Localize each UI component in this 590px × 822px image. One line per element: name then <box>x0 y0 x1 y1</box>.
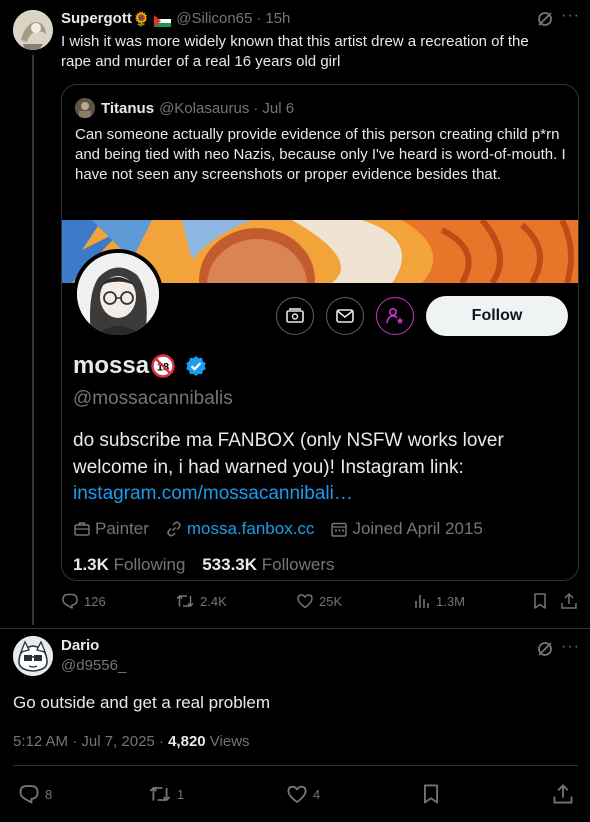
sunflower-emoji: 🌻 <box>132 11 151 27</box>
no-under-18-icon: 18 <box>151 354 175 378</box>
like-icon <box>287 785 307 803</box>
parent-time[interactable]: 15h <box>265 9 290 29</box>
repost-button[interactable]: 2.4K <box>175 592 227 610</box>
calendar-icon <box>331 522 348 537</box>
reply-button[interactable]: 126 <box>61 592 106 610</box>
flag-icon <box>154 13 172 27</box>
quote-handle[interactable]: @Kolasaurus <box>159 100 249 117</box>
like-button[interactable]: 4 <box>286 783 320 805</box>
profile-meta: Painter mossa.fanbox.cc Joined April 201… <box>73 517 499 541</box>
parent-text: I wish it was more widely known that thi… <box>61 33 529 70</box>
parent-avatar[interactable] <box>13 10 53 50</box>
share-icon <box>561 592 577 609</box>
reply-actions: 8 1 4 <box>0 783 590 807</box>
website-link[interactable]: mossa.fanbox.cc <box>187 517 315 541</box>
parent-tweet[interactable]: Supergott 🌻 @Silicon65 · 15h ··· I wish … <box>0 0 590 628</box>
bookmark-button[interactable] <box>420 783 447 805</box>
reply-author-name[interactable]: Dario <box>61 637 99 654</box>
quote-text: Can someone actually provide evidence of… <box>75 126 566 183</box>
thread-line <box>32 55 34 625</box>
dot-separator: · <box>253 99 259 117</box>
joined-label: Joined April 2015 <box>352 519 483 538</box>
reply-views-label: Views <box>205 733 250 750</box>
bio-link[interactable]: instagram.com/mossacannibali… <box>73 482 353 506</box>
repost-icon <box>176 594 194 608</box>
reply-timestamp[interactable]: 5:12 AM · Jul 7, 2025 · <box>13 733 168 750</box>
repost-icon <box>149 786 171 802</box>
profile-bio: do subscribe ma FANBOX (only NSFW works … <box>73 430 504 478</box>
profile-stats: 1.3K Following 533.3K Followers <box>73 554 347 576</box>
grok-icon[interactable] <box>536 640 554 658</box>
verified-icon[interactable] <box>185 355 207 377</box>
divider <box>13 765 578 766</box>
link-icon <box>167 521 181 537</box>
quote-author-name[interactable]: Titanus <box>101 100 154 117</box>
parent-actions: 126 2.4K 25K 1.3M <box>61 592 581 614</box>
reply-count: 126 <box>84 593 106 609</box>
profile-name: mossa <box>73 352 150 379</box>
following-count[interactable]: 1.3K <box>73 555 109 574</box>
quote-avatar[interactable] <box>75 98 95 118</box>
reply-meta: 5:12 AM · Jul 7, 2025 · 4,820 Views <box>13 732 250 752</box>
share-icon <box>553 784 573 804</box>
reply-icon <box>62 593 78 609</box>
repost-count: 2.4K <box>200 593 227 609</box>
profile-category: Painter <box>73 517 149 541</box>
grok-icon[interactable] <box>536 10 554 28</box>
repost-count: 1 <box>177 786 185 802</box>
views-icon <box>415 595 429 608</box>
briefcase-icon <box>74 522 90 536</box>
profile-avatar[interactable] <box>73 249 163 339</box>
subscribe-icon <box>286 308 304 323</box>
affiliate-button[interactable] <box>376 297 414 335</box>
subscribe-button[interactable] <box>276 297 314 335</box>
reply-button[interactable]: 8 <box>18 783 52 805</box>
quote-header: Titanus @Kolasaurus · Jul 6 <box>75 98 294 118</box>
message-button[interactable] <box>326 297 364 335</box>
followers-label[interactable]: Followers <box>262 555 335 574</box>
parent-header: Supergott 🌻 @Silicon65 · 15h <box>61 9 290 29</box>
profile-website[interactable]: mossa.fanbox.cc <box>165 517 315 541</box>
views-count: 1.3M <box>436 593 465 609</box>
reply-avatar[interactable] <box>13 636 53 676</box>
reply-count: 8 <box>45 786 53 802</box>
category-label: Painter <box>95 519 149 538</box>
followers-count[interactable]: 533.3K <box>202 555 257 574</box>
follow-button[interactable]: Follow <box>426 296 568 336</box>
quoted-tweet[interactable]: Titanus @Kolasaurus · Jul 6 Can someone … <box>61 84 579 581</box>
like-icon <box>297 594 313 609</box>
message-icon <box>336 309 354 323</box>
like-count: 4 <box>313 786 321 802</box>
bookmark-icon <box>534 593 546 609</box>
more-icon[interactable]: ··· <box>561 8 580 24</box>
views-button[interactable]: 1.3M <box>413 592 465 610</box>
repost-button[interactable]: 1 <box>148 783 184 805</box>
profile-joined: Joined April 2015 <box>330 517 483 541</box>
bookmark-icon <box>423 784 439 804</box>
like-count: 25K <box>319 593 343 609</box>
divider <box>0 628 590 629</box>
like-button[interactable]: 25K <box>296 592 342 610</box>
dot-separator: · <box>256 10 262 27</box>
reply-text: Go outside and get a real problem <box>13 693 271 712</box>
parent-author-name[interactable]: Supergott <box>61 9 132 29</box>
share-button[interactable] <box>552 783 579 805</box>
share-button[interactable] <box>560 592 583 610</box>
affiliate-icon <box>386 307 404 324</box>
following-label[interactable]: Following <box>114 555 186 574</box>
more-icon[interactable]: ··· <box>561 639 580 655</box>
reply-views-count: 4,820 <box>168 733 206 750</box>
profile-name-row: mossa 18 <box>73 351 207 381</box>
quote-time[interactable]: Jul 6 <box>262 100 294 117</box>
reply-handle[interactable]: @d9556_ <box>61 657 126 674</box>
reply-icon <box>19 785 39 804</box>
profile-handle: @mossacannibalis <box>73 388 233 409</box>
bookmark-button[interactable] <box>531 592 554 610</box>
parent-handle[interactable]: @Silicon65 <box>176 9 252 29</box>
